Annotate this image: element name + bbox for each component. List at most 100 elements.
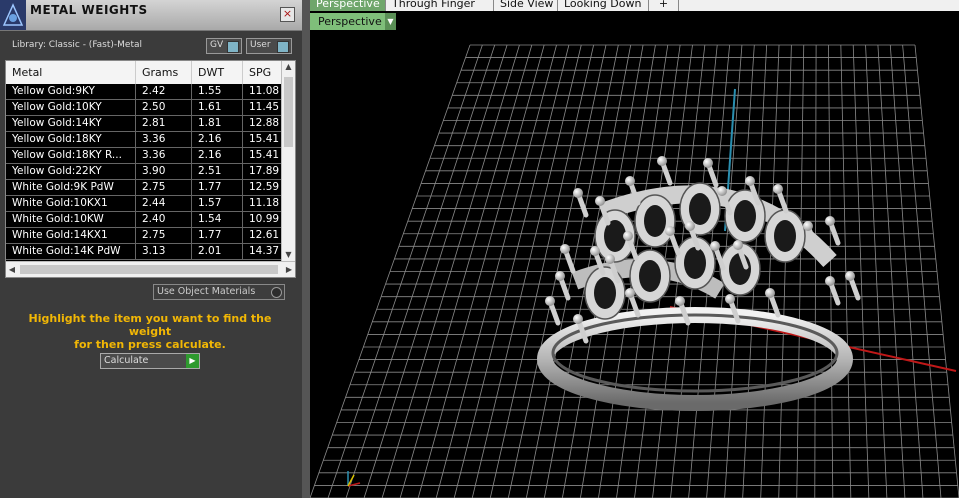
cell-grams: 2.81 bbox=[136, 116, 192, 131]
cell-grams: 2.44 bbox=[136, 196, 192, 211]
metal-weights-panel: METAL WEIGHTS × Library: Classic - (Fast… bbox=[0, 0, 303, 498]
horizontal-scroll-thumb[interactable] bbox=[20, 265, 278, 274]
user-toggle[interactable]: User bbox=[246, 38, 292, 54]
cell-dwt: 1.57 bbox=[192, 196, 243, 211]
tab-through-finger[interactable]: Through Finger bbox=[386, 0, 494, 11]
ring-model bbox=[537, 156, 861, 411]
cell-metal: Yellow Gold:9KY bbox=[6, 84, 136, 99]
scroll-right-icon[interactable]: ▶ bbox=[283, 262, 295, 277]
instructions-text: Highlight the item you want to find the … bbox=[14, 312, 286, 351]
view-mode-dropdown[interactable]: Perspective ▼ bbox=[310, 13, 396, 30]
column-header-dwt[interactable]: DWT bbox=[192, 61, 243, 84]
metal-table: Metal Grams DWT SPG Yellow Gold:9KY 2.42… bbox=[5, 60, 296, 278]
scroll-up-icon[interactable]: ▲ bbox=[282, 61, 295, 73]
vertical-scroll-thumb[interactable] bbox=[284, 77, 293, 147]
tab-perspective[interactable]: Perspective bbox=[310, 0, 386, 11]
cell-spg: 14.37 bbox=[249, 245, 280, 257]
panel-titlebar: METAL WEIGHTS × bbox=[0, 0, 302, 31]
panel-title: METAL WEIGHTS bbox=[30, 3, 148, 17]
table-row[interactable]: White Gold:10KW 2.40 1.54 10.99 bbox=[6, 212, 281, 228]
table-row[interactable]: White Gold:10KX1 2.44 1.57 11.18 bbox=[6, 196, 281, 212]
cell-metal: White Gold:10KX1 bbox=[6, 196, 136, 211]
cell-grams: 3.36 bbox=[136, 132, 192, 147]
cell-dwt: 2.16 bbox=[192, 132, 243, 147]
cell-metal: Yellow Gold:18KY bbox=[6, 132, 136, 147]
scroll-left-icon[interactable]: ◀ bbox=[6, 262, 18, 277]
cell-spg: 11.45 bbox=[249, 101, 280, 113]
cell-spg: 17.89 bbox=[249, 165, 280, 177]
close-icon[interactable]: × bbox=[280, 7, 295, 22]
cell-metal: Yellow Gold:14KY bbox=[6, 116, 136, 131]
column-header-grams[interactable]: Grams bbox=[136, 61, 192, 84]
cell-metal: Yellow Gold:22KY bbox=[6, 164, 136, 179]
cell-metal: White Gold:9K PdW bbox=[6, 180, 136, 195]
library-label: Library: Classic - (Fast)-Metal bbox=[12, 40, 143, 50]
use-object-materials-toggle[interactable]: Use Object Materials bbox=[153, 284, 285, 300]
cell-grams: 3.13 bbox=[136, 244, 192, 259]
cell-spg: 15.41 bbox=[249, 149, 280, 161]
table-row[interactable]: Yellow Gold:22KY 3.90 2.51 17.89 bbox=[6, 164, 281, 180]
table-row[interactable]: Yellow Gold:18KY 3.36 2.16 15.41 bbox=[6, 132, 281, 148]
cell-spg: 12.61 bbox=[249, 229, 280, 241]
cell-dwt: 2.16 bbox=[192, 148, 243, 163]
scroll-down-icon[interactable]: ▼ bbox=[282, 249, 295, 261]
cell-metal: White Gold:14K PdW bbox=[6, 244, 136, 259]
cell-spg: 12.88 bbox=[249, 117, 280, 129]
calculate-label: Calculate bbox=[104, 355, 149, 366]
user-label: User bbox=[250, 40, 271, 50]
use-object-materials-label: Use Object Materials bbox=[157, 286, 256, 297]
cell-dwt: 1.61 bbox=[192, 100, 243, 115]
cell-dwt: 1.77 bbox=[192, 228, 243, 243]
cell-spg: 15.41 bbox=[249, 133, 280, 145]
cell-metal: White Gold:14KX1 bbox=[6, 228, 136, 243]
table-header: Metal Grams DWT SPG bbox=[6, 61, 281, 84]
cell-grams: 2.42 bbox=[136, 84, 192, 99]
instructions-line-1: Highlight the item you want to find the … bbox=[28, 312, 272, 338]
column-header-metal[interactable]: Metal bbox=[6, 61, 136, 84]
play-arrow-icon: ▶ bbox=[186, 354, 199, 368]
column-header-spg[interactable]: SPG bbox=[243, 61, 281, 84]
cell-dwt: 1.77 bbox=[192, 180, 243, 195]
cell-grams: 2.75 bbox=[136, 228, 192, 243]
tripod-logo-icon bbox=[0, 0, 26, 30]
table-row[interactable]: Yellow Gold:10KY 2.50 1.61 11.45 bbox=[6, 100, 281, 116]
cell-dwt: 1.54 bbox=[192, 212, 243, 227]
cell-metal: Yellow Gold:18KY R... bbox=[6, 148, 136, 163]
table-row[interactable]: White Gold:9K PdW 2.75 1.77 12.59 bbox=[6, 180, 281, 196]
3d-viewport[interactable] bbox=[310, 31, 959, 498]
cell-grams: 3.36 bbox=[136, 148, 192, 163]
add-tab-button[interactable]: + bbox=[649, 0, 679, 11]
calculate-button[interactable]: Calculate ▶ bbox=[100, 353, 200, 369]
gv-label: GV bbox=[210, 40, 224, 50]
cell-dwt: 2.01 bbox=[192, 244, 243, 259]
cell-dwt: 1.81 bbox=[192, 116, 243, 131]
table-row[interactable]: Yellow Gold:9KY 2.42 1.55 11.08 bbox=[6, 84, 281, 100]
table-row[interactable]: Yellow Gold:18KY R... 3.36 2.16 15.41 bbox=[6, 148, 281, 164]
cell-dwt: 2.51 bbox=[192, 164, 243, 179]
chevron-down-icon: ▼ bbox=[385, 13, 396, 30]
tab-side-view[interactable]: Side View bbox=[494, 0, 558, 11]
cell-metal: White Gold:10KW bbox=[6, 212, 136, 227]
cell-grams: 2.40 bbox=[136, 212, 192, 227]
cell-grams: 2.75 bbox=[136, 180, 192, 195]
cell-dwt: 1.55 bbox=[192, 84, 243, 99]
cell-grams: 2.50 bbox=[136, 100, 192, 115]
toggle-knob-icon bbox=[277, 41, 289, 53]
view-mode-label: Perspective bbox=[318, 15, 382, 28]
gv-toggle[interactable]: GV bbox=[206, 38, 242, 54]
viewport-canvas bbox=[310, 44, 959, 498]
table-row[interactable]: White Gold:14KX1 2.75 1.77 12.61 bbox=[6, 228, 281, 244]
table-row[interactable]: Yellow Gold:14KY 2.81 1.81 12.88 bbox=[6, 116, 281, 132]
cell-spg: 12.59 bbox=[249, 181, 280, 193]
vertical-scrollbar[interactable]: ▲ ▼ bbox=[281, 61, 295, 261]
instructions-line-2: for then press calculate. bbox=[74, 338, 226, 351]
tab-looking-down[interactable]: Looking Down bbox=[558, 0, 649, 11]
toggle-knob-icon bbox=[227, 41, 239, 53]
cell-spg: 11.18 bbox=[249, 197, 280, 209]
cell-spg: 10.99 bbox=[249, 213, 280, 225]
table-row[interactable]: White Gold:14K PdW 3.13 2.01 14.37 bbox=[6, 244, 281, 260]
horizontal-scrollbar[interactable]: ◀ ▶ bbox=[6, 261, 295, 277]
cell-spg: 11.08 bbox=[249, 85, 280, 97]
panel-splitter[interactable] bbox=[302, 0, 310, 498]
cell-grams: 3.90 bbox=[136, 164, 192, 179]
